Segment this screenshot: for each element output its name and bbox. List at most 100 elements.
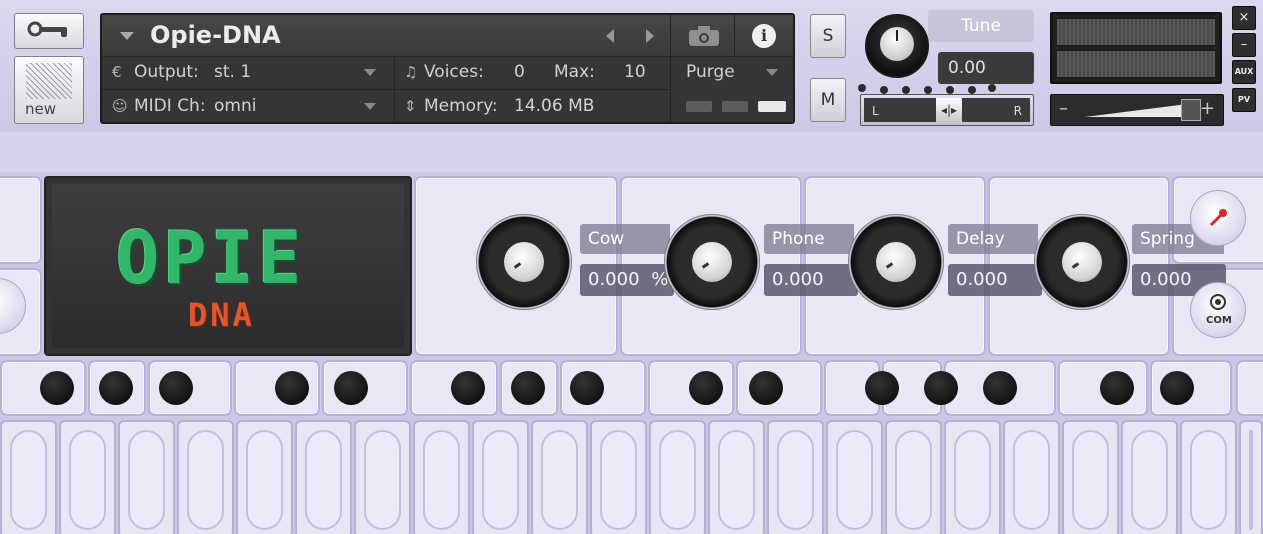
edge-tile bbox=[0, 176, 42, 264]
knob-delay[interactable] bbox=[848, 214, 944, 310]
knob-spring[interactable] bbox=[1034, 214, 1130, 310]
key-pad[interactable] bbox=[1239, 420, 1263, 534]
knob-cow[interactable] bbox=[476, 214, 572, 310]
edit-instrument-button[interactable] bbox=[14, 13, 84, 49]
key-pad-face bbox=[128, 430, 165, 530]
key-pad[interactable] bbox=[472, 420, 529, 534]
pad-led[interactable] bbox=[749, 371, 783, 405]
key-pad[interactable] bbox=[1003, 420, 1060, 534]
pad-led[interactable] bbox=[451, 371, 485, 405]
midi-dropdown-icon[interactable] bbox=[364, 103, 376, 110]
camera-icon[interactable] bbox=[688, 25, 720, 47]
midi-channel-value[interactable]: omni bbox=[214, 96, 256, 116]
pan-tick bbox=[924, 86, 932, 94]
pad-led[interactable] bbox=[1160, 371, 1194, 405]
pad-led[interactable] bbox=[159, 371, 193, 405]
pad-led[interactable] bbox=[275, 371, 309, 405]
disk-indicator bbox=[722, 101, 748, 112]
output-icon: € bbox=[112, 63, 122, 81]
key-pad[interactable] bbox=[59, 420, 116, 534]
key-pad[interactable] bbox=[649, 420, 706, 534]
max-voices-value[interactable]: 10 bbox=[624, 62, 646, 82]
previous-instrument-icon[interactable] bbox=[606, 29, 614, 43]
key-pad-face bbox=[423, 430, 460, 530]
key-pad[interactable] bbox=[177, 420, 234, 534]
param-value-cow[interactable]: 0.000 % bbox=[580, 264, 674, 296]
output-value[interactable]: st. 1 bbox=[214, 62, 251, 82]
key-pad[interactable] bbox=[944, 420, 1001, 534]
pin-button[interactable] bbox=[1190, 190, 1246, 246]
pad-led[interactable] bbox=[689, 371, 723, 405]
key-pad[interactable] bbox=[354, 420, 411, 534]
collapse-icon[interactable] bbox=[120, 32, 134, 40]
close-icon[interactable]: × bbox=[1232, 6, 1256, 30]
next-instrument-icon[interactable] bbox=[646, 29, 654, 43]
aux-button[interactable]: AUX bbox=[1232, 60, 1256, 84]
key-pad[interactable] bbox=[885, 420, 942, 534]
key-pad[interactable] bbox=[413, 420, 470, 534]
minimize-icon[interactable]: – bbox=[1232, 33, 1256, 57]
instrument-name[interactable]: Opie-DNA bbox=[150, 21, 281, 49]
key-pad[interactable] bbox=[118, 420, 175, 534]
pv-button[interactable]: PV bbox=[1232, 88, 1256, 112]
new-snapshot-button[interactable]: new bbox=[14, 56, 84, 124]
pan-handle[interactable]: ◂|▸ bbox=[936, 98, 962, 122]
divider bbox=[734, 15, 735, 57]
pan-slider[interactable]: L ◂|▸ R bbox=[860, 94, 1034, 126]
solo-button[interactable]: S bbox=[810, 14, 846, 58]
divider bbox=[670, 15, 671, 122]
param-name-cow: Cow bbox=[580, 224, 670, 254]
pad-led[interactable] bbox=[924, 371, 958, 405]
cpu-indicator bbox=[686, 101, 712, 112]
key-pad[interactable] bbox=[236, 420, 293, 534]
pad-tile bbox=[1236, 360, 1263, 416]
meter-left bbox=[1057, 19, 1215, 45]
pin-icon bbox=[1209, 209, 1227, 227]
mute-button[interactable]: M bbox=[810, 78, 846, 122]
pad-led[interactable] bbox=[511, 371, 545, 405]
key-pad[interactable] bbox=[1121, 420, 1178, 534]
purge-dropdown-icon[interactable] bbox=[766, 69, 778, 76]
key-pad-face bbox=[1131, 430, 1168, 530]
key-pad[interactable] bbox=[708, 420, 765, 534]
key-pad[interactable] bbox=[0, 420, 57, 534]
knob-phone[interactable] bbox=[664, 214, 760, 310]
pad-led[interactable] bbox=[334, 371, 368, 405]
pad-led[interactable] bbox=[40, 371, 74, 405]
key-pad[interactable] bbox=[1180, 420, 1237, 534]
volume-slider[interactable]: – + bbox=[1050, 94, 1224, 126]
purge-button[interactable]: Purge bbox=[686, 62, 735, 82]
info-icon[interactable]: i bbox=[752, 24, 776, 48]
pad-led[interactable] bbox=[570, 371, 604, 405]
tune-value[interactable]: 0.00 bbox=[938, 52, 1034, 84]
output-dropdown-icon[interactable] bbox=[364, 69, 376, 76]
pan-right-label: R bbox=[1013, 104, 1022, 118]
key-pad-face bbox=[895, 430, 932, 530]
com-icon bbox=[1210, 294, 1226, 310]
level-meter bbox=[1050, 12, 1222, 84]
com-button[interactable]: COM bbox=[1190, 282, 1246, 338]
key-pad[interactable] bbox=[826, 420, 883, 534]
param-value-phone[interactable]: 0.000 bbox=[764, 264, 858, 296]
pad-led[interactable] bbox=[983, 371, 1017, 405]
pad-led[interactable] bbox=[99, 371, 133, 405]
pad-led[interactable] bbox=[1100, 371, 1134, 405]
key-pad[interactable] bbox=[531, 420, 588, 534]
key-pad-face bbox=[1249, 430, 1253, 530]
key-pad-face bbox=[482, 430, 519, 530]
volume-handle[interactable] bbox=[1181, 99, 1201, 121]
param-value-delay[interactable]: 0.000 bbox=[948, 264, 1042, 296]
voices-label: Voices: bbox=[424, 62, 484, 82]
key-pad[interactable] bbox=[295, 420, 352, 534]
key-pad-face bbox=[305, 430, 342, 530]
pad-led[interactable] bbox=[865, 371, 899, 405]
pan-tick bbox=[902, 86, 910, 94]
key-pad[interactable] bbox=[590, 420, 647, 534]
key-pad[interactable] bbox=[1062, 420, 1119, 534]
volume-wedge bbox=[1085, 103, 1195, 117]
tune-knob[interactable] bbox=[865, 14, 929, 78]
key-pad[interactable] bbox=[767, 420, 824, 534]
key-pad-face bbox=[659, 430, 696, 530]
output-label: Output: bbox=[134, 62, 199, 82]
key-pad-face bbox=[1013, 430, 1050, 530]
